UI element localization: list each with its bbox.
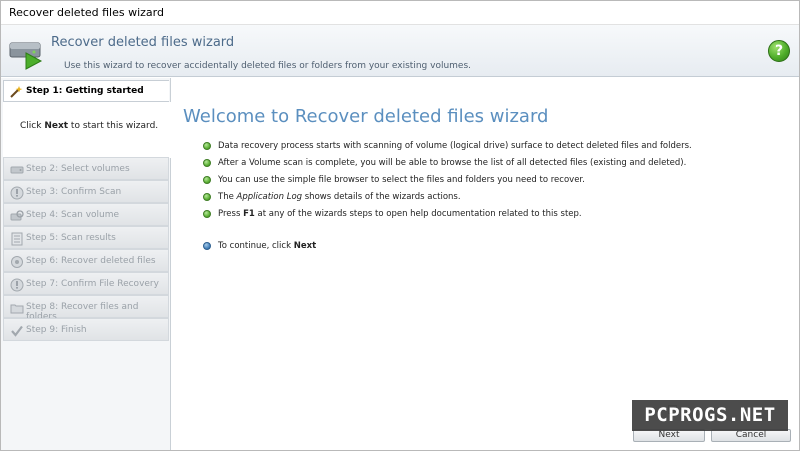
continue-prefix: To continue, click — [218, 241, 294, 251]
watermark-logo: PCPROGS.NET — [632, 400, 788, 431]
bullet-text: The — [218, 192, 237, 202]
bullet-text: shows details of the wizards actions. — [302, 192, 461, 202]
list-item: After a Volume scan is complete, you wil… — [203, 157, 692, 174]
intro-text: Click Next to start this wizard. — [20, 121, 158, 131]
steps-sidebar: Step 1: Getting started Click Next to st… — [1, 78, 171, 450]
header-title: Recover deleted files wizard — [51, 35, 235, 50]
results-icon — [10, 231, 24, 246]
intro-panel: Click Next to start this wizard. — [3, 102, 171, 158]
sidebar-step-2: Step 2: Select volumes — [3, 157, 169, 180]
bullet-icon — [203, 193, 211, 201]
title-bar: Recover deleted files wizard — [1, 1, 799, 25]
continue-bold: Next — [293, 241, 317, 251]
wand-icon — [9, 84, 23, 98]
sidebar-step-7: Step 7: Confirm File Recovery — [3, 272, 169, 295]
recover-icon — [10, 254, 24, 268]
scan-icon — [10, 208, 24, 222]
disk-recovery-icon — [7, 31, 47, 71]
list-item: Press F1 at any of the wizards steps to … — [203, 208, 692, 225]
list-item: The Application Log shows details of the… — [203, 191, 692, 208]
help-icon[interactable]: ? — [768, 40, 790, 62]
sidebar-step-label: Step 3: Confirm Scan — [26, 187, 122, 197]
wizard-header: Recover deleted files wizard Use this wi… — [1, 25, 799, 77]
sidebar-step-label: Step 4: Scan volume — [26, 210, 120, 220]
bullet-icon — [203, 142, 211, 150]
check-icon — [10, 323, 24, 337]
bullet-text: Data recovery process starts with scanni… — [218, 141, 692, 151]
window-title: Recover deleted files wizard — [9, 6, 164, 19]
intro-bold: Next — [44, 121, 69, 131]
list-item: Data recovery process starts with scanni… — [203, 140, 692, 157]
wizard-content: Welcome to Recover deleted files wizard … — [172, 78, 799, 450]
sidebar-step-label: Step 5: Scan results — [26, 233, 116, 243]
sidebar-step-label: Step 7: Confirm File Recovery — [26, 279, 159, 289]
info-icon — [10, 185, 24, 200]
sidebar-step-label: Step 1: Getting started — [26, 86, 144, 96]
header-subtitle: Use this wizard to recover accidentally … — [64, 61, 472, 71]
continue-hint: To continue, click Next — [203, 240, 316, 252]
bullet-icon — [203, 210, 211, 218]
list-item: You can use the simple file browser to s… — [203, 174, 692, 191]
folders-icon — [10, 300, 24, 314]
sidebar-step-9: Step 9: Finish — [3, 318, 169, 341]
info-icon — [10, 277, 24, 292]
intro-suffix: to start this wizard. — [68, 121, 159, 131]
sidebar-step-1[interactable]: Step 1: Getting started — [3, 80, 169, 102]
bullet-text: at any of the wizards steps to open help… — [254, 209, 582, 219]
bullet-icon — [203, 242, 211, 250]
bullet-text: Press — [218, 209, 244, 219]
f1-key-label: F1 — [243, 209, 255, 219]
volumes-icon — [10, 162, 24, 176]
bullet-icon — [203, 176, 211, 184]
sidebar-step-8: Step 8: Recover files and folders — [3, 295, 169, 322]
intro-prefix: Click — [20, 121, 45, 131]
wizard-window: Recover deleted files wizard Recover del… — [0, 0, 800, 451]
sidebar-step-3: Step 3: Confirm Scan — [3, 180, 169, 203]
sidebar-step-6: Step 6: Recover deleted files — [3, 249, 169, 272]
bullet-text: After a Volume scan is complete, you wil… — [218, 158, 687, 168]
welcome-title: Welcome to Recover deleted files wizard — [183, 106, 549, 127]
sidebar-step-label: Step 2: Select volumes — [26, 164, 130, 174]
bullet-text: You can use the simple file browser to s… — [218, 175, 585, 185]
sidebar-step-4: Step 4: Scan volume — [3, 203, 169, 226]
sidebar-step-label: Step 9: Finish — [26, 325, 87, 335]
info-bullets: Data recovery process starts with scanni… — [203, 140, 692, 225]
application-log-link: Application Log — [236, 192, 303, 202]
sidebar-step-5: Step 5: Scan results — [3, 226, 169, 249]
steps-list: Step 2: Select volumes Step 3: Confirm S… — [3, 157, 169, 341]
bullet-icon — [203, 159, 211, 167]
sidebar-step-label: Step 6: Recover deleted files — [26, 256, 156, 266]
